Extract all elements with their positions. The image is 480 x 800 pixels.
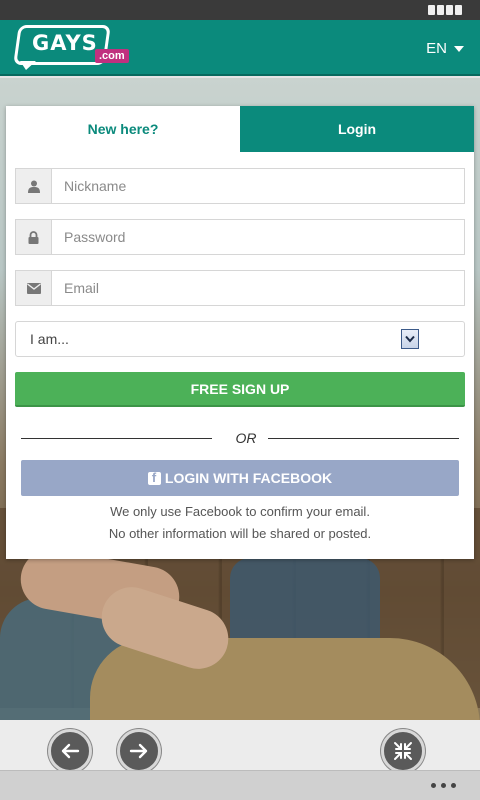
caret-down-icon [454,45,464,52]
email-input[interactable] [52,271,464,305]
email-field [15,270,465,306]
battery-icon [428,5,462,15]
nickname-field [15,168,465,204]
auth-tabs: New here? Login [6,106,474,152]
collapse-button[interactable] [381,729,425,773]
back-button[interactable] [48,729,92,773]
language-selector[interactable]: EN [426,40,464,57]
app-header: GAYS .com EN [0,20,480,76]
logo-suffix: .com [95,49,129,63]
tab-login[interactable]: Login [240,106,474,152]
password-field [15,219,465,255]
more-dots-icon[interactable] [431,783,456,788]
arrow-left-icon [61,743,80,759]
password-input[interactable] [52,220,464,254]
system-bottom-bar [0,770,480,800]
user-icon [16,169,52,203]
logo-text: GAYS [32,31,98,55]
i-am-select[interactable]: I am... [15,321,465,357]
facebook-login-button[interactable]: LOGIN WITH FACEBOOK [21,460,459,496]
logo-tail-icon [20,61,36,70]
tab-new-here[interactable]: New here? [6,106,240,152]
envelope-icon [16,271,52,305]
collapse-icon [394,742,412,760]
nickname-input[interactable] [52,169,464,203]
facebook-note-line-2: No other information will be shared or p… [108,526,372,541]
arrow-right-icon [129,743,148,759]
or-label: OR [235,430,257,446]
signup-card: New here? Login I am... FREE SIGN UP OR … [6,106,474,559]
browser-nav-bar [0,720,480,773]
or-divider: OR [21,430,459,448]
language-label: EN [426,40,447,57]
status-bar [0,0,480,20]
facebook-login-label: LOGIN WITH FACEBOOK [164,470,333,486]
lock-icon [16,220,52,254]
facebook-note-line-1: We only use Facebook to confirm your ema… [110,504,370,519]
chevron-down-icon[interactable] [401,329,419,349]
facebook-icon [147,470,161,485]
forward-button[interactable] [117,729,161,773]
site-logo[interactable]: GAYS .com [13,25,129,73]
free-signup-button[interactable]: FREE SIGN UP [15,372,465,407]
i-am-selected-value: I am... [30,331,69,347]
